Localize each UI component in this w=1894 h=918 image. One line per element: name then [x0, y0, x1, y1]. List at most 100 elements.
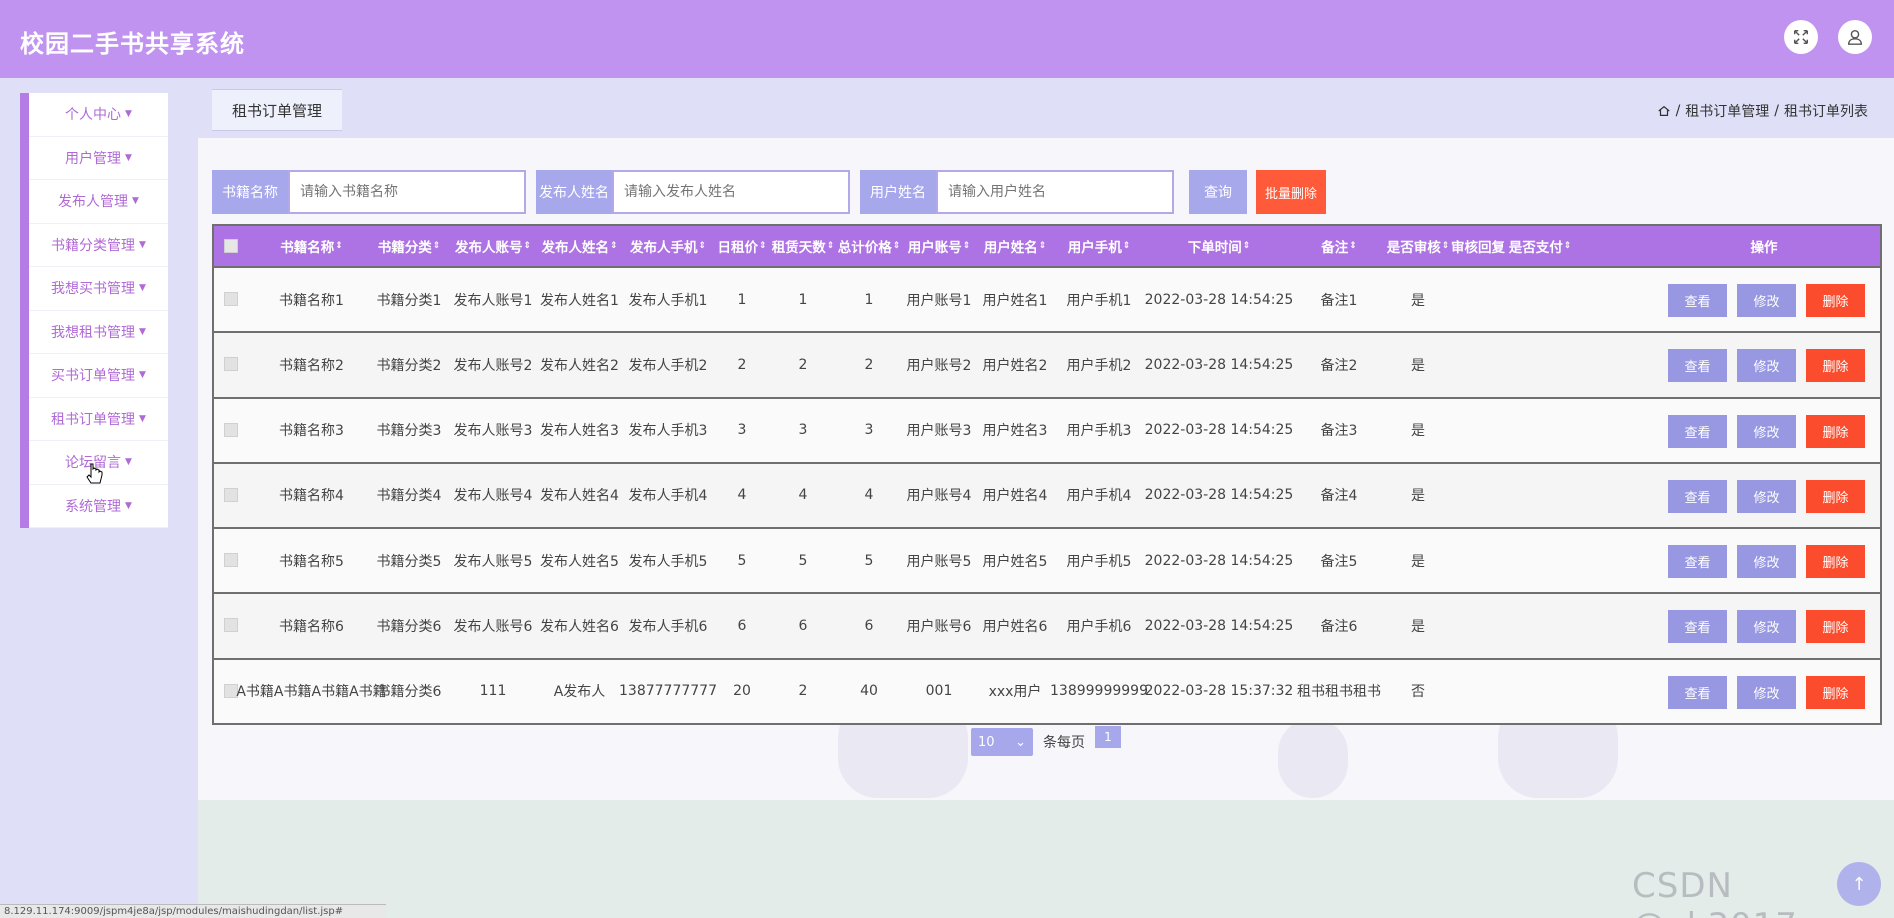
background-illustration [1278, 718, 1348, 798]
caret-down-icon: ▼ [125, 152, 132, 163]
row-checkbox[interactable] [224, 422, 238, 437]
page-tab[interactable]: 租书订单管理 [212, 89, 342, 131]
cell-user-name: xxx用户 [988, 684, 1042, 701]
table-row: 书籍名称3 书籍分类3 发布人账号3 发布人姓名3 发布人手机3 3 3 3 用户账号3 用户姓名… [214, 396, 1880, 462]
edit-button[interactable]: 修改 [1737, 545, 1796, 579]
cell-total: 4 [864, 487, 874, 504]
delete-button[interactable]: 删除 [1806, 284, 1865, 317]
cell-total: 2 [864, 356, 874, 373]
row-checkbox[interactable] [224, 553, 238, 568]
cell-days: 1 [798, 291, 808, 308]
col-header-publisher-phone[interactable]: 发布人手机 ⇕ [622, 226, 714, 266]
cell-days: 2 [798, 356, 808, 373]
user-menu-button[interactable] [1838, 20, 1872, 54]
sidebar-item-category-management[interactable]: 书籍分类管理 ▼ [29, 224, 168, 267]
caret-down-icon: ▼ [132, 196, 139, 207]
col-header-user-phone[interactable]: 用户手机 ⇕ [1054, 226, 1144, 266]
delete-button[interactable]: 删除 [1806, 610, 1865, 644]
cell-book: 书籍名称5 [279, 553, 344, 570]
cell-pub-phone: 发布人手机5 [628, 553, 708, 570]
sidebar-item-personal-center[interactable]: 个人中心 ▼ [29, 93, 168, 137]
app-title: 校园二手书共享系统 [20, 30, 245, 58]
query-button[interactable]: 查询 [1189, 170, 1247, 214]
cell-reviewed: 否 [1411, 684, 1425, 701]
edit-button[interactable]: 修改 [1737, 675, 1796, 709]
table-row: 书籍名称4 书籍分类4 发布人账号4 发布人姓名4 发布人手机4 4 4 4 用户账号4 用户姓名… [214, 461, 1880, 528]
arrow-up-icon: ↑ [1851, 873, 1867, 895]
view-button[interactable]: 查看 [1668, 284, 1727, 317]
cell-days: 4 [798, 487, 808, 504]
cell-total: 3 [864, 422, 874, 439]
back-to-top-button[interactable]: ↑ [1837, 862, 1881, 906]
row-checkbox[interactable] [224, 618, 238, 633]
table-row: 书籍名称2 书籍分类2 发布人账号2 发布人姓名2 发布人手机2 2 2 2 用户账号2 用户姓名… [214, 331, 1880, 397]
cell-category: 书籍分类1 [376, 292, 442, 309]
cell-pub-account: 发布人账号3 [453, 423, 533, 440]
page-number-button[interactable]: 1 [1095, 726, 1121, 748]
delete-button[interactable]: 删除 [1806, 479, 1865, 513]
edit-button[interactable]: 修改 [1737, 479, 1796, 513]
col-header-reviewed[interactable]: 是否审核 ⇕ [1386, 226, 1450, 266]
page-size-select[interactable]: 10 ⌄ [971, 728, 1033, 756]
sidebar-item-want-rent-management[interactable]: 我想租书管理 ▼ [29, 311, 168, 354]
col-header-paid[interactable]: 是否支付 ⇕ [1506, 226, 1574, 266]
delete-button[interactable]: 删除 [1806, 414, 1865, 448]
page-size-value: 10 [978, 734, 995, 750]
view-button[interactable]: 查看 [1668, 675, 1727, 709]
col-header-rent-days[interactable]: 租赁天数 ⇕ [770, 226, 836, 266]
select-all-checkbox[interactable] [224, 239, 238, 253]
col-header-remark[interactable]: 备注 ⇕ [1294, 226, 1384, 266]
cell-pub-account: 发布人账号4 [453, 488, 533, 505]
publisher-name-input[interactable] [612, 170, 850, 214]
edit-button[interactable]: 修改 [1737, 284, 1796, 317]
row-checkbox[interactable] [224, 487, 238, 502]
pagination: 10 ⌄ 条每页 1 [971, 726, 1121, 756]
view-button[interactable]: 查看 [1668, 479, 1727, 513]
edit-button[interactable]: 修改 [1737, 414, 1796, 448]
edit-button[interactable]: 修改 [1737, 610, 1796, 644]
cell-total: 1 [864, 291, 874, 308]
sidebar-item-buy-order-management[interactable]: 买书订单管理 ▼ [29, 354, 168, 398]
row-checkbox[interactable] [224, 292, 238, 306]
col-header-order-time[interactable]: 下单时间 ⇕ [1144, 226, 1294, 266]
fullscreen-button[interactable] [1784, 20, 1818, 54]
breadcrumb-level2: 租书订单列表 [1784, 104, 1868, 120]
view-button[interactable]: 查看 [1668, 545, 1727, 579]
cell-reviewed: 是 [1411, 553, 1425, 570]
row-checkbox[interactable] [224, 357, 238, 372]
view-button[interactable]: 查看 [1668, 414, 1727, 448]
delete-button[interactable]: 删除 [1806, 545, 1865, 579]
col-header-publisher-name[interactable]: 发布人姓名 ⇕ [537, 226, 622, 266]
cell-user-account: 用户账号1 [906, 292, 972, 309]
sidebar-item-label: 系统管理 [65, 498, 122, 515]
user-name-input[interactable] [936, 170, 1174, 214]
sidebar-item-user-management[interactable]: 用户管理 ▼ [29, 137, 168, 180]
col-header-user-account[interactable]: 用户账号 ⇕ [902, 226, 976, 266]
table-row: 书籍名称6 书籍分类6 发布人账号6 发布人姓名6 发布人手机6 6 6 6 用户账号6 用户姓名… [214, 592, 1880, 658]
col-header-daily-price[interactable]: 日租价 ⇕ [714, 226, 770, 266]
delete-button[interactable]: 删除 [1806, 675, 1865, 709]
delete-button[interactable]: 删除 [1806, 349, 1865, 383]
book-name-input[interactable] [288, 170, 526, 214]
sidebar-item-rent-order-management[interactable]: 租书订单管理 ▼ [29, 398, 168, 441]
view-button[interactable]: 查看 [1668, 610, 1727, 644]
cell-pub-name: 发布人姓名3 [540, 423, 619, 440]
cell-user-account: 用户账号6 [906, 618, 972, 635]
bulk-delete-button[interactable]: 批量删除 [1256, 170, 1326, 214]
breadcrumb: / 租书订单管理 / 租书订单列表 [1657, 101, 1868, 121]
cell-pub-phone: 13877777777 [619, 683, 717, 700]
sidebar-item-want-buy-management[interactable]: 我想买书管理 ▼ [29, 267, 168, 311]
breadcrumb-level1[interactable]: 租书订单管理 [1685, 101, 1769, 121]
cell-reviewed: 是 [1411, 357, 1425, 374]
sidebar-item-system-management[interactable]: 系统管理 ▼ [29, 485, 168, 528]
col-header-user-name[interactable]: 用户姓名 ⇕ [976, 226, 1054, 266]
col-header-book-name[interactable]: 书籍名称 ⇕ [254, 226, 369, 266]
sidebar-item-publisher-management[interactable]: 发布人管理 ▼ [29, 180, 168, 224]
view-button[interactable]: 查看 [1668, 349, 1727, 383]
col-header-category[interactable]: 书籍分类 ⇕ [369, 226, 449, 266]
col-header-total-price[interactable]: 总计价格 ⇕ [836, 226, 902, 266]
caret-down-icon: ▼ [125, 500, 132, 511]
edit-button[interactable]: 修改 [1737, 349, 1796, 383]
col-header-publisher-account[interactable]: 发布人账号 ⇕ [449, 226, 537, 266]
home-icon[interactable] [1657, 104, 1671, 118]
